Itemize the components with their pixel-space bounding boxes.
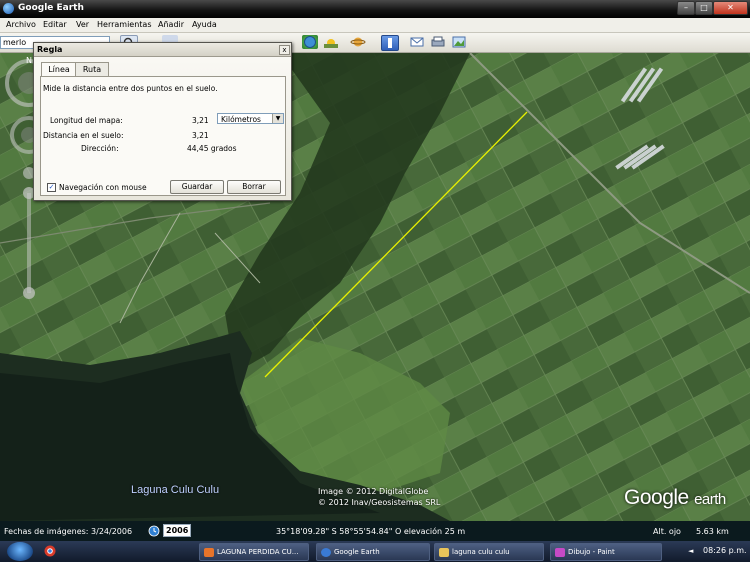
- printer-icon: [431, 36, 445, 47]
- maximize-button[interactable]: □: [695, 1, 713, 15]
- planets-button[interactable]: [350, 35, 366, 49]
- save-button[interactable]: Guardar: [170, 180, 224, 194]
- minimize-button[interactable]: –: [677, 1, 695, 15]
- unit-select[interactable]: Kilómetros ▼: [217, 113, 284, 124]
- menu-ayuda[interactable]: Ayuda: [192, 20, 217, 29]
- coordinates-readout: 35°18'09.28" S 58°55'54.84" O elevación …: [276, 527, 466, 536]
- direction-label: Dirección:: [81, 144, 119, 153]
- menu-archivo[interactable]: Archivo: [6, 20, 36, 29]
- menu-ver[interactable]: Ver: [76, 20, 89, 29]
- close-button[interactable]: ✕: [713, 1, 748, 15]
- title-bar: Google Earth – □ ✕: [0, 0, 750, 18]
- status-bar: Fechas de imágenes: 3/24/2006 2006 35°18…: [0, 521, 750, 541]
- dialog-close-button[interactable]: x: [279, 45, 290, 55]
- taskbar-item-paint[interactable]: Dibujo - Paint: [550, 543, 662, 561]
- description-text: Mide la distancia entre dos puntos en el…: [43, 84, 218, 93]
- ground-distance-label: Distancia en el suelo:: [43, 131, 124, 140]
- map-length-label: Longitud del mapa:: [50, 116, 123, 125]
- planet-icon: [350, 37, 366, 47]
- menu-anadir[interactable]: Añadir: [158, 20, 184, 29]
- taskbar-item-laguna-culu-culu[interactable]: laguna culu culu: [434, 543, 544, 561]
- imagery-year-badge[interactable]: 2006: [163, 524, 192, 537]
- direction-value: 44,45 grados: [187, 144, 237, 153]
- image-icon: [452, 36, 466, 48]
- unit-selected-value: Kilómetros: [221, 115, 261, 124]
- start-button[interactable]: [7, 542, 33, 561]
- ruler-icon: [388, 38, 392, 48]
- folder-icon: [439, 547, 449, 557]
- zoom-out-icon[interactable]: [23, 287, 35, 299]
- tab-ruta[interactable]: Ruta: [75, 62, 109, 76]
- map-length-value: 3,21: [192, 116, 209, 125]
- google-earth-logo-icon: [3, 3, 14, 14]
- eye-altitude-value: 5.63 km: [696, 527, 729, 536]
- tab-linea[interactable]: Línea: [41, 62, 77, 77]
- watermark-main: Google: [624, 486, 689, 509]
- globe-icon: [304, 36, 316, 48]
- chrome-icon[interactable]: [44, 545, 56, 557]
- sunlight-button[interactable]: [323, 35, 339, 49]
- mouse-navigation-checkbox[interactable]: ✓: [47, 183, 56, 192]
- paint-icon: [555, 547, 565, 557]
- ruler-button[interactable]: [381, 35, 399, 51]
- print-button[interactable]: [430, 35, 446, 49]
- ruler-dialog: Regla x Línea Ruta Mide la distancia ent…: [33, 42, 292, 201]
- envelope-icon: [410, 37, 424, 47]
- window-title: Google Earth: [18, 3, 84, 13]
- historical-imagery-clock-icon[interactable]: [148, 525, 160, 537]
- taskbar-item-laguna-perdida[interactable]: LAGUNA PERDIDA CU...: [199, 543, 309, 561]
- chevron-down-icon[interactable]: ▼: [272, 114, 283, 123]
- menu-bar: Archivo Editar Ver Herramientas Añadir A…: [0, 18, 750, 33]
- google-earth-watermark: Google earth: [624, 486, 726, 510]
- dialog-title-bar[interactable]: Regla x: [34, 43, 291, 57]
- taskbar-item-google-earth[interactable]: Google Earth: [316, 543, 430, 561]
- lake-label: Laguna Culu Culu: [131, 484, 220, 496]
- save-image-button[interactable]: [451, 35, 467, 49]
- tray-expand-icon[interactable]: ◄: [688, 547, 693, 555]
- email-button[interactable]: [409, 35, 425, 49]
- firefox-icon: [204, 547, 214, 557]
- zoom-slider[interactable]: [27, 193, 31, 293]
- menu-editar[interactable]: Editar: [43, 20, 67, 29]
- google-earth-icon: [321, 547, 331, 557]
- watermark-sub: earth: [694, 491, 726, 508]
- sun-icon: [324, 39, 338, 48]
- dialog-panel: Mide la distancia entre dos puntos en el…: [40, 76, 286, 196]
- ground-distance-value: 3,21: [192, 131, 209, 140]
- compass-north-label: N: [26, 56, 32, 65]
- copyright-digitalglobe: Image © 2012 DigitalGlobe: [318, 487, 429, 496]
- eye-altitude-label: Alt. ojo: [653, 527, 681, 536]
- imagery-date: Fechas de imágenes: 3/24/2006: [4, 527, 133, 536]
- system-clock: 08:26 p.m.: [703, 546, 747, 555]
- clear-button[interactable]: Borrar: [227, 180, 281, 194]
- dialog-title: Regla: [37, 45, 63, 54]
- menu-herramientas[interactable]: Herramientas: [97, 20, 152, 29]
- windows-taskbar: LAGUNA PERDIDA CU... Google Earth laguna…: [0, 541, 750, 562]
- sky-button[interactable]: [302, 35, 318, 49]
- copyright-inav: © 2012 Inav/Geosistemas SRL: [318, 498, 441, 507]
- mouse-navigation-label: Navegación con mouse: [59, 183, 147, 192]
